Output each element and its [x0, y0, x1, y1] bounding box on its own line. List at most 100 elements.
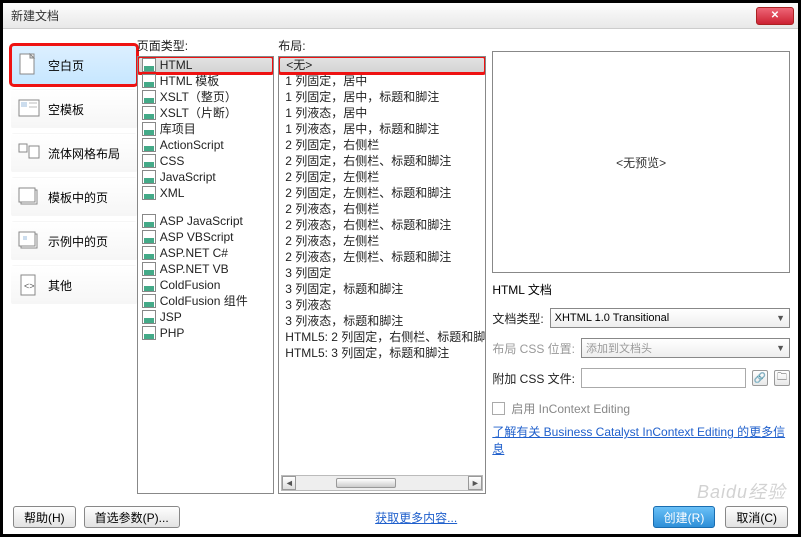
sidebar-item-label: 其他 — [48, 277, 72, 294]
browse-icon[interactable]: 🗀 — [774, 370, 790, 386]
layout-item[interactable]: 2 列液态，右侧栏 — [279, 201, 485, 217]
layout-label: 3 列液态 — [285, 297, 331, 313]
attachcss-label: 附加 CSS 文件: — [492, 370, 575, 387]
create-button[interactable]: 创建(R) — [653, 506, 716, 528]
learn-more-link[interactable]: 了解有关 Business Catalyst InContext Editing… — [492, 425, 785, 456]
chevron-down-icon: ▼ — [776, 313, 785, 323]
dialog-content: 空白页 空模板 流体网格布局 模板中的页 示例中的页 <> 其他 — [3, 29, 798, 489]
sidebar-item-from-template[interactable]: 模板中的页 — [11, 177, 137, 217]
help-button[interactable]: 帮助(H) — [13, 506, 76, 528]
fluid-grid-icon — [18, 142, 40, 164]
chevron-down-icon: ▼ — [776, 343, 785, 353]
layout-label: 3 列固定 — [285, 265, 331, 281]
layout-item[interactable]: 2 列固定，左侧栏 — [279, 169, 485, 185]
file-icon — [142, 106, 156, 120]
page-type-listbox[interactable]: HTMLHTML 模板XSLT（整页）XSLT（片断）库项目ActionScri… — [137, 56, 275, 494]
page-type-label: JavaScript — [160, 169, 216, 185]
page-type-item[interactable]: 库项目 — [138, 121, 274, 137]
page-type-item[interactable]: CSS — [138, 153, 274, 169]
scroll-left-arrow[interactable]: ◄ — [282, 476, 296, 490]
layout-item[interactable]: 2 列液态，左侧栏 — [279, 233, 485, 249]
page-type-item[interactable]: JSP — [138, 309, 274, 325]
layout-item[interactable]: HTML5: 3 列固定，标题和脚注 — [279, 345, 485, 361]
doctype-select[interactable]: XHTML 1.0 Transitional ▼ — [550, 308, 790, 328]
layout-item[interactable]: 1 列液态，居中 — [279, 105, 485, 121]
page-type-label: PHP — [160, 325, 185, 341]
attachcss-input[interactable] — [581, 368, 746, 388]
attachcss-row: 附加 CSS 文件: 🔗 🗀 — [492, 368, 790, 388]
layout-item[interactable]: 2 列液态，左侧栏、标题和脚注 — [279, 249, 485, 265]
layout-label: 1 列液态，居中 — [285, 105, 367, 121]
learn-more-row: 了解有关 Business Catalyst InContext Editing… — [492, 423, 790, 457]
layout-item[interactable]: 1 列固定，居中，标题和脚注 — [279, 89, 485, 105]
sidebar: 空白页 空模板 流体网格布局 模板中的页 示例中的页 <> 其他 — [11, 37, 137, 489]
no-preview-text: <无预览> — [616, 154, 666, 171]
layout-item[interactable]: 2 列固定，左侧栏、标题和脚注 — [279, 185, 485, 201]
sidebar-item-fluid-grid[interactable]: 流体网格布局 — [11, 133, 137, 173]
page-type-label: ColdFusion — [160, 277, 221, 293]
page-type-label: ASP.NET C# — [160, 245, 228, 261]
incontext-checkbox[interactable] — [492, 402, 505, 415]
layout-item[interactable]: 3 列固定 — [279, 265, 485, 281]
file-icon — [142, 294, 156, 308]
layout-item[interactable]: 2 列固定，右侧栏、标题和脚注 — [279, 153, 485, 169]
layout-label: 1 列固定，居中 — [285, 73, 367, 89]
page-type-item[interactable]: XSLT（整页） — [138, 89, 274, 105]
layout-listbox[interactable]: <无>1 列固定，居中1 列固定，居中，标题和脚注1 列液态，居中1 列液态，居… — [278, 56, 486, 494]
page-type-label: ColdFusion 组件 — [160, 293, 248, 309]
scroll-right-arrow[interactable]: ► — [468, 476, 482, 490]
page-type-item[interactable]: ColdFusion 组件 — [138, 293, 274, 309]
page-type-item[interactable]: PHP — [138, 325, 274, 341]
page-type-item[interactable]: ASP.NET C# — [138, 245, 274, 261]
page-type-item[interactable]: HTML — [138, 57, 274, 73]
page-type-label: XML — [160, 185, 185, 201]
page-type-item[interactable]: ActionScript — [138, 137, 274, 153]
template-icon — [18, 98, 40, 120]
link-icon[interactable]: 🔗 — [752, 370, 768, 386]
page-type-item[interactable]: XSLT（片断） — [138, 105, 274, 121]
layout-item[interactable]: 1 列液态，居中，标题和脚注 — [279, 121, 485, 137]
layout-label: 2 列固定，左侧栏 — [285, 169, 379, 185]
horizontal-scrollbar[interactable]: ◄ ► — [281, 475, 483, 491]
file-icon — [142, 90, 156, 104]
close-button[interactable]: ✕ — [756, 7, 794, 25]
scroll-thumb[interactable] — [336, 478, 396, 488]
layout-label: 2 列固定，右侧栏、标题和脚注 — [285, 153, 451, 169]
layout-item[interactable]: 1 列固定，居中 — [279, 73, 485, 89]
layout-label: 2 列液态，左侧栏、标题和脚注 — [285, 249, 451, 265]
page-type-item[interactable]: XML — [138, 185, 274, 201]
page-type-item[interactable]: ColdFusion — [138, 277, 274, 293]
layout-item[interactable]: 3 列液态，标题和脚注 — [279, 313, 485, 329]
page-type-item[interactable]: JavaScript — [138, 169, 274, 185]
file-icon — [142, 230, 156, 244]
layout-label: <无> — [286, 57, 312, 73]
page-type-item[interactable]: ASP JavaScript — [138, 213, 274, 229]
close-icon: ✕ — [771, 10, 779, 21]
page-type-label: CSS — [160, 153, 185, 169]
page-type-header: 页面类型: — [137, 37, 275, 54]
csspos-select: 添加到文档头 ▼ — [581, 338, 790, 358]
page-type-label: ASP JavaScript — [160, 213, 243, 229]
prefs-button[interactable]: 首选参数(P)... — [84, 506, 180, 528]
sidebar-item-from-sample[interactable]: 示例中的页 — [11, 221, 137, 261]
layout-item[interactable]: <无> — [279, 57, 485, 73]
page-type-item[interactable]: ASP VBScript — [138, 229, 274, 245]
sidebar-item-blank-template[interactable]: 空模板 — [11, 89, 137, 129]
layout-label: HTML5: 3 列固定，标题和脚注 — [285, 345, 449, 361]
layout-item[interactable]: HTML5: 2 列固定，右侧栏、标题和脚 — [279, 329, 485, 345]
layout-label: HTML5: 2 列固定，右侧栏、标题和脚 — [285, 329, 485, 345]
page-type-item[interactable]: HTML 模板 — [138, 73, 274, 89]
cancel-button[interactable]: 取消(C) — [725, 506, 788, 528]
layout-label: 3 列固定，标题和脚注 — [285, 281, 403, 297]
page-type-item[interactable]: ASP.NET VB — [138, 261, 274, 277]
layout-item[interactable]: 2 列液态，右侧栏、标题和脚注 — [279, 217, 485, 233]
layout-item[interactable]: 3 列液态 — [279, 297, 485, 313]
preview-box: <无预览> — [492, 51, 790, 273]
get-more-link[interactable]: 获取更多内容... — [375, 511, 457, 525]
titlebar[interactable]: 新建文档 ✕ — [3, 3, 798, 29]
file-icon — [142, 214, 156, 228]
layout-item[interactable]: 2 列固定，右侧栏 — [279, 137, 485, 153]
sidebar-item-blank-page[interactable]: 空白页 — [11, 45, 137, 85]
layout-item[interactable]: 3 列固定，标题和脚注 — [279, 281, 485, 297]
sidebar-item-other[interactable]: <> 其他 — [11, 265, 137, 305]
